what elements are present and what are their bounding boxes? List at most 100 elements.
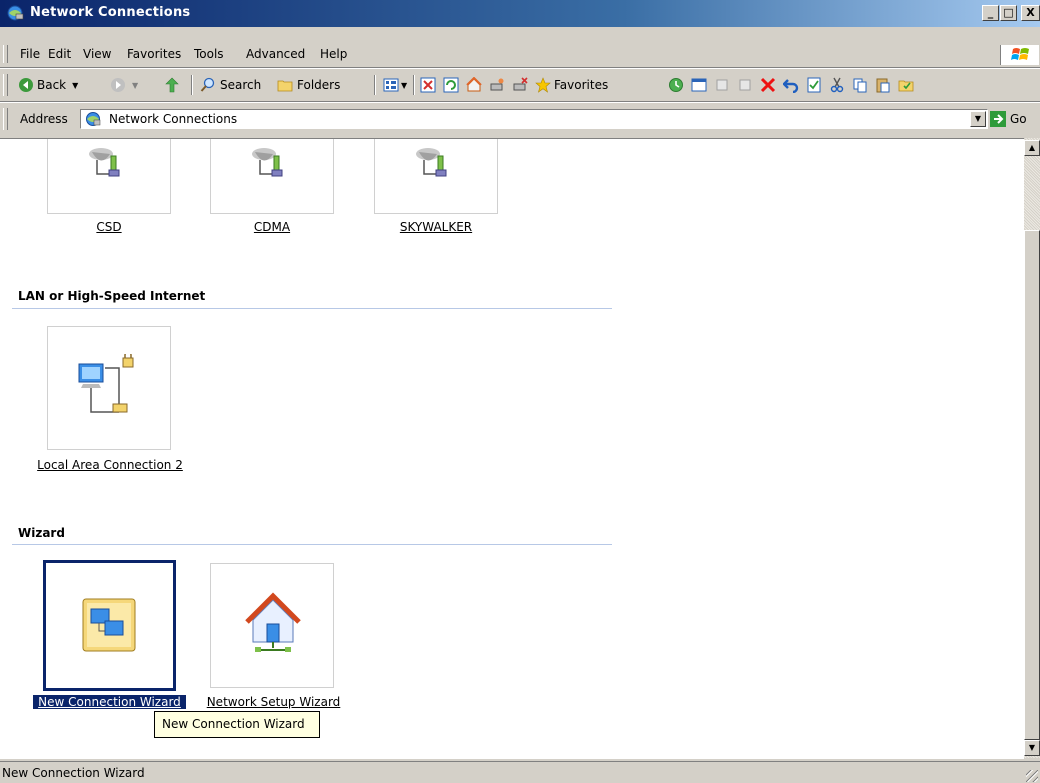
undo-button[interactable] (783, 75, 799, 95)
folders-icon (277, 80, 293, 92)
history-button[interactable] (668, 75, 684, 95)
paste-button[interactable] (875, 75, 891, 95)
menu-separator (0, 67, 1040, 69)
home-button[interactable] (466, 75, 482, 95)
go-arrow-icon (990, 111, 1006, 127)
scroll-thumb[interactable] (1024, 230, 1040, 740)
copy-icon (853, 78, 867, 93)
back-button[interactable]: Back ▼ (18, 75, 78, 95)
map-drive-button[interactable] (489, 75, 505, 95)
connection-label-skywalker[interactable]: SKYWALKER (374, 220, 498, 234)
menu-help[interactable]: Help (320, 47, 347, 61)
refresh-button[interactable] (443, 75, 459, 95)
wizard-label-new-connection[interactable]: New Connection Wizard (33, 695, 186, 709)
connection-tile-skywalker[interactable] (374, 139, 498, 214)
delete-x-icon (760, 77, 776, 93)
folder-options-icon (898, 80, 914, 92)
toolbar-grip[interactable] (3, 74, 8, 96)
close-button[interactable]: X (1021, 5, 1040, 21)
views-button[interactable]: ▼ (383, 75, 407, 95)
views-dropdown-icon[interactable]: ▼ (401, 81, 407, 90)
forward-button[interactable]: ▼ (110, 75, 138, 95)
go-button[interactable]: Go (990, 110, 1027, 128)
scroll-down-icon[interactable]: ▼ (1024, 740, 1040, 756)
views-icon (383, 78, 399, 92)
windows-logo (1000, 45, 1039, 65)
properties-icon (807, 77, 821, 93)
folder-view[interactable]: CSD CDMA SKYWALKER LAN or High-Speed Int… (0, 138, 1024, 759)
resize-grip-icon[interactable] (1026, 770, 1038, 782)
network-connections-icon (86, 112, 101, 126)
address-bar: Address Network Connections ▼ Go (0, 104, 1040, 134)
up-arrow-icon (165, 77, 179, 93)
address-input[interactable]: Network Connections ▼ (80, 109, 988, 129)
minimize-button[interactable]: _ (982, 5, 999, 21)
toolbar-separator (374, 75, 376, 95)
up-folder-button[interactable] (164, 75, 180, 95)
menu-tools[interactable]: Tools (194, 47, 224, 61)
connection-label-csd[interactable]: CSD (47, 220, 171, 234)
wizard-tile-network-setup[interactable] (210, 563, 334, 688)
address-value: Network Connections (109, 112, 238, 126)
toolbar-separator (191, 75, 193, 95)
new-connection-wizard-icon (82, 598, 136, 652)
home-icon (466, 77, 482, 92)
connection-tile-local-area-2[interactable] (47, 326, 171, 450)
move-to-button[interactable] (714, 75, 730, 95)
search-icon (200, 77, 215, 92)
scroll-up-icon[interactable]: ▲ (1024, 140, 1040, 156)
back-dropdown-icon[interactable]: ▼ (72, 81, 78, 90)
tooltip: New Connection Wizard (154, 711, 320, 738)
network-connections-icon (7, 5, 24, 21)
undo-icon (783, 79, 799, 93)
menu-favorites[interactable]: Favorites (127, 47, 181, 61)
title-bar[interactable]: Network Connections _ □ X (0, 0, 1040, 27)
wizard-tile-new-connection[interactable] (43, 560, 176, 691)
folder-options-button[interactable] (898, 75, 914, 95)
address-grip[interactable] (3, 108, 8, 130)
copy-button[interactable] (852, 75, 868, 95)
search-button[interactable]: Search (200, 75, 261, 95)
back-arrow-icon (19, 78, 33, 92)
menu-view[interactable]: View (83, 47, 111, 61)
connection-tile-cdma[interactable] (210, 139, 334, 214)
vertical-scrollbar[interactable]: ▲ ▼ (1024, 138, 1040, 758)
status-text: New Connection Wizard (2, 766, 145, 780)
stop-icon (420, 77, 436, 93)
menu-advanced[interactable]: Advanced (246, 47, 305, 61)
properties-button[interactable] (806, 75, 822, 95)
favorites-button[interactable]: Favorites (535, 75, 608, 95)
maximize-button[interactable]: □ (1000, 5, 1017, 21)
folders-button[interactable]: Folders (277, 75, 340, 95)
disconnect-drive-button[interactable] (512, 75, 528, 95)
paste-icon (876, 78, 890, 93)
search-label: Search (220, 78, 262, 92)
forward-arrow-icon (111, 78, 125, 92)
fullscreen-button[interactable] (691, 75, 707, 95)
address-label: Address (20, 112, 68, 126)
folders-label: Folders (297, 78, 341, 92)
address-dropdown-icon[interactable]: ▼ (970, 111, 986, 127)
connection-label-cdma[interactable]: CDMA (210, 220, 334, 234)
menu-file[interactable]: File (20, 47, 40, 61)
delete-button[interactable] (760, 75, 776, 95)
connection-label-local-area-2[interactable]: Local Area Connection 2 (33, 458, 187, 472)
cut-button[interactable] (829, 75, 845, 95)
network-setup-wizard-icon (245, 592, 301, 652)
wizard-label-network-setup[interactable]: Network Setup Wizard (201, 695, 346, 709)
connection-tile-csd[interactable] (47, 139, 171, 214)
disconnect-drive-icon (513, 77, 528, 91)
toolbar-separator (413, 75, 415, 95)
menu-grip[interactable] (3, 45, 8, 63)
toolbar-separator-line (0, 101, 1040, 103)
window-title: Network Connections (30, 5, 191, 20)
go-label: Go (1010, 112, 1027, 126)
forward-dropdown-icon[interactable]: ▼ (132, 81, 138, 90)
copy-to-icon (739, 79, 751, 91)
explorer-window: Network Connections _ □ X File Edit View… (0, 0, 1040, 783)
stop-page-button[interactable] (420, 75, 436, 95)
menu-edit[interactable]: Edit (48, 47, 71, 61)
group-divider (12, 544, 612, 545)
dialup-connection-icon (89, 148, 120, 177)
copy-to-button[interactable] (737, 75, 753, 95)
